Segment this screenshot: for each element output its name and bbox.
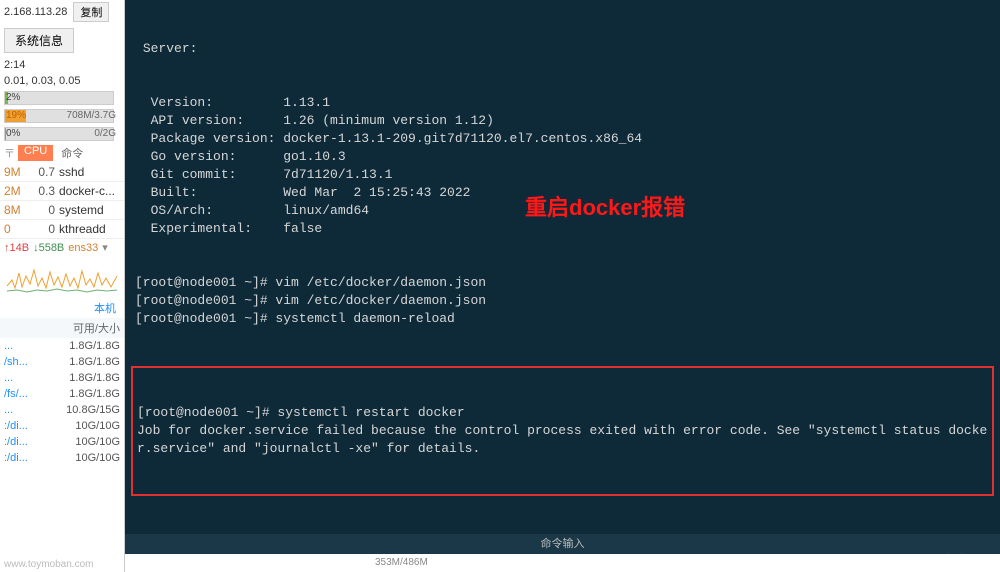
disk-row[interactable]: :/di...10G/10G bbox=[0, 450, 124, 466]
disk-row[interactable]: :/di...10G/10G bbox=[0, 434, 124, 450]
disk-header-size: 可用/大小 bbox=[73, 320, 120, 336]
proc-header: 〒 CPU 命令 bbox=[0, 143, 124, 163]
time-label: 2:14 bbox=[0, 57, 124, 73]
command-input-bar[interactable]: 命令输入 bbox=[125, 534, 1000, 554]
watermark-right: CSDN @路遥叶子 bbox=[890, 551, 988, 568]
disk-row[interactable]: :/di...10G/10G bbox=[0, 418, 124, 434]
load-avg: 0.01, 0.03, 0.05 bbox=[0, 73, 124, 89]
watermark-left: www.toymoban.com bbox=[4, 559, 93, 570]
disk-row[interactable]: ...10.8G/15G bbox=[0, 402, 124, 418]
process-row[interactable]: 8M0systemd bbox=[0, 201, 124, 220]
terminal[interactable]: Server: Version: 1.13.1 API version: 1.2… bbox=[125, 0, 1000, 540]
local-label[interactable]: 本机 bbox=[0, 298, 124, 318]
mem-pct: 19% bbox=[6, 109, 26, 123]
process-row[interactable]: 9M0.7sshd bbox=[0, 163, 124, 182]
net-row: ↑ 14B ↓ 558B ens33 ▾ bbox=[0, 239, 124, 256]
cpu-tag: CPU bbox=[18, 145, 53, 161]
copy-button[interactable]: 复制 bbox=[73, 2, 109, 22]
disk-list: ...1.8G/1.8G/sh...1.8G/1.8G...1.8G/1.8G/… bbox=[0, 338, 124, 466]
command-input-label: 命令输入 bbox=[541, 538, 585, 550]
swap-pct: 0% bbox=[6, 127, 20, 141]
sysinfo-button[interactable]: 系统信息 bbox=[4, 28, 74, 53]
cpu-bar: 2% bbox=[0, 89, 124, 107]
process-row[interactable]: 2M0.3docker-c... bbox=[0, 182, 124, 201]
mem-bar: 19% 708M/3.7G bbox=[0, 107, 124, 125]
process-list: 9M0.7sshd2M0.3docker-c...8M0systemd00kth… bbox=[0, 163, 124, 239]
process-row[interactable]: 00kthreadd bbox=[0, 220, 124, 239]
disk-header: 可用/大小 bbox=[0, 318, 124, 338]
net-up: 14B bbox=[10, 242, 30, 254]
disk-row[interactable]: ...1.8G/1.8G bbox=[0, 370, 124, 386]
sidebar: 2.168.113.28 复制 系统信息 2:14 0.01, 0.03, 0.… bbox=[0, 0, 125, 572]
swap-val: 0/2G bbox=[94, 127, 116, 141]
ip-row: 2.168.113.28 复制 bbox=[0, 0, 124, 24]
term-block-1: [root@node001 ~]# vim /etc/docker/daemon… bbox=[135, 274, 990, 328]
net-dn: 558B bbox=[39, 242, 65, 254]
error-highlight-box: [root@node001 ~]# systemctl restart dock… bbox=[131, 366, 994, 496]
net-chart bbox=[4, 258, 120, 296]
disk-row[interactable]: /sh...1.8G/1.8G bbox=[0, 354, 124, 370]
server-header: Server: bbox=[135, 40, 990, 58]
cpu-pct: 2% bbox=[6, 91, 20, 105]
mem-footer: 353M/486M bbox=[375, 557, 428, 568]
swap-bar: 0% 0/2G bbox=[0, 125, 124, 143]
chevron-icon[interactable]: ▾ bbox=[102, 241, 108, 254]
disk-row[interactable]: /fs/...1.8G/1.8G bbox=[0, 386, 124, 402]
mem-val: 708M/3.7G bbox=[67, 109, 116, 123]
annotation-text: 重启docker报错 bbox=[525, 190, 685, 222]
net-iface: ens33 bbox=[68, 242, 98, 254]
footer-status: 353M/486M bbox=[125, 554, 1000, 572]
disk-row[interactable]: ...1.8G/1.8G bbox=[0, 338, 124, 354]
ip-address: 2.168.113.28 bbox=[4, 6, 67, 18]
cmd-header: 命令 bbox=[61, 145, 83, 161]
